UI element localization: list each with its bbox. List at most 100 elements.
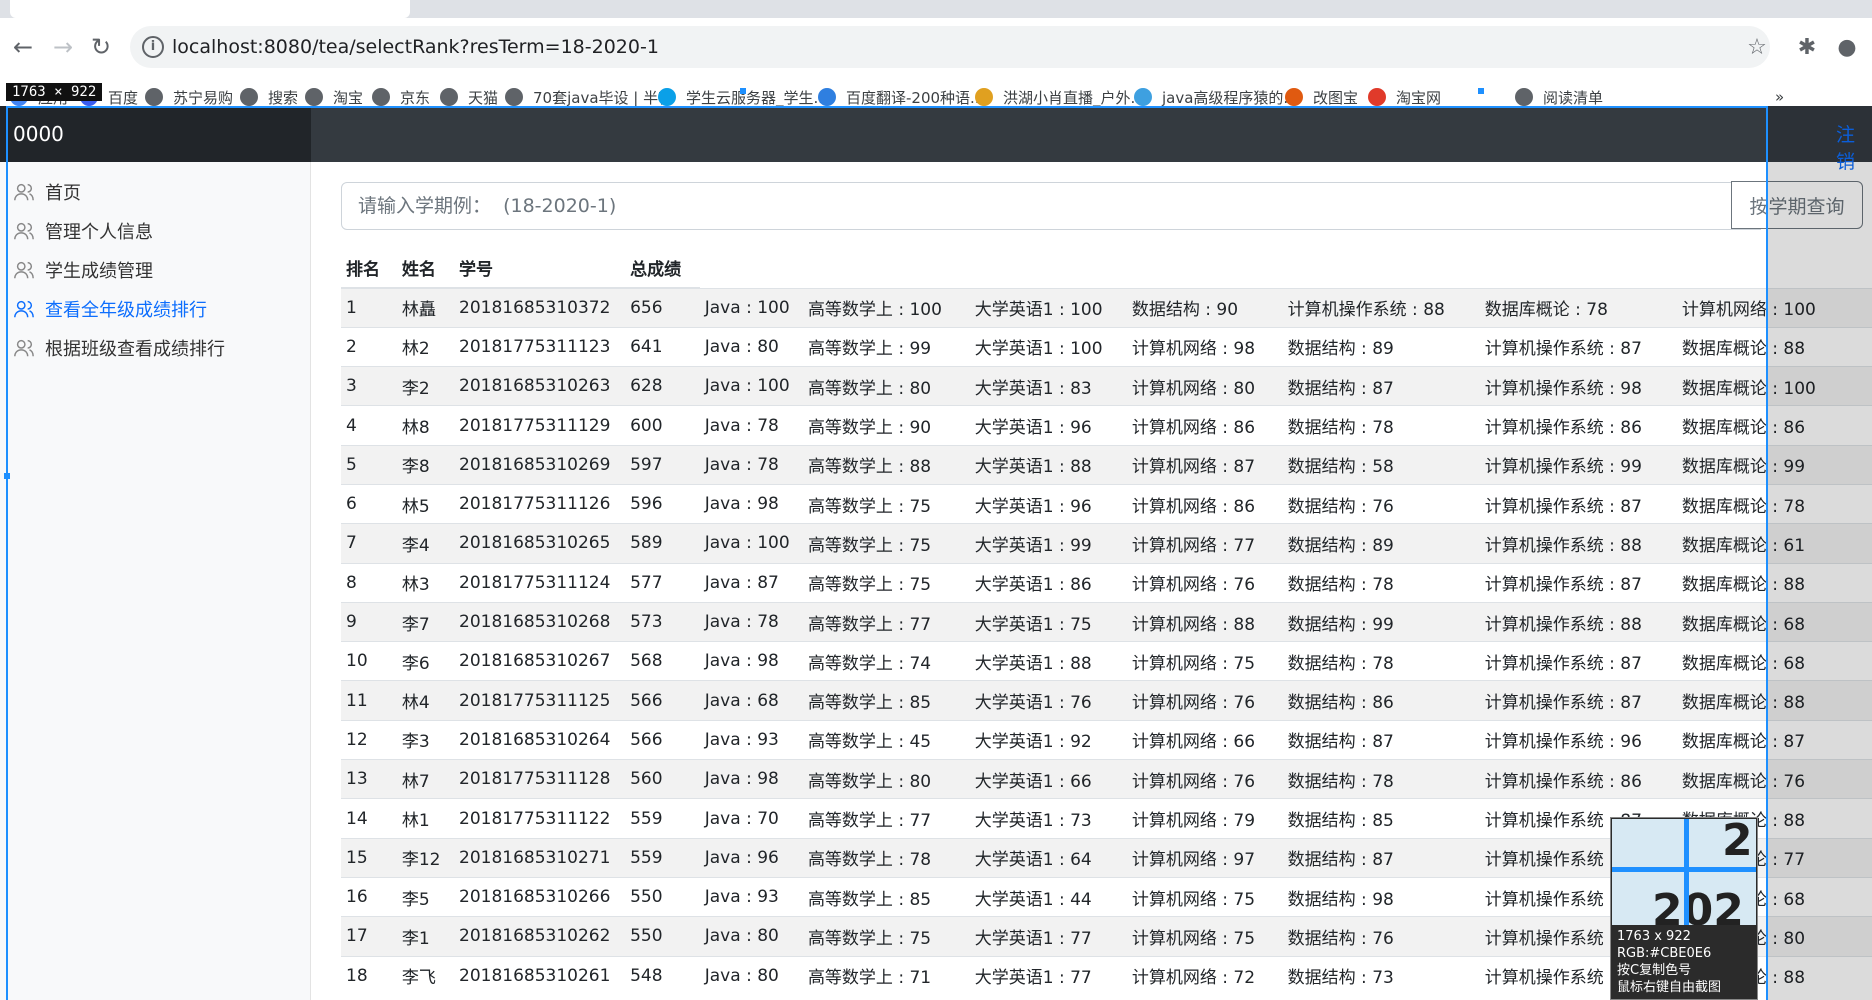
cell-java: Java : 80 [699,326,803,367]
cell-subject-a: 计算机网络 : 97 [1126,837,1283,878]
cell-subject-d: 数据库概论 : 88 [1676,326,1872,367]
cell-java: Java : 100 [699,366,803,406]
sidebar-item-grade-rank[interactable]: 查看全年级成绩排行 [13,294,207,324]
sidebar-item-label: 查看全年级成绩排行 [45,300,207,321]
cell-subject-a: 计算机网络 : 86 [1126,405,1283,446]
cell-total: 559 [625,798,700,839]
cell-student-id: 20181685310372 [454,287,626,328]
selection-handle-top[interactable] [740,88,746,94]
cell-math: 高等数学上 : 75 [802,916,970,957]
cell-subject-d: 数据库概论 : 78 [1676,483,1872,524]
magnifier-copy-hint: 按C复制色号 [1617,963,1692,978]
table-row: 13 林7 20181775311128 560 Java : 98 高等数学上 : 80… [341,759,1872,799]
browser-tab[interactable] [10,0,410,18]
cell-english: 大学英语1 : 75 [969,601,1127,642]
users-icon [14,261,34,279]
cell-rank: 16 [341,876,397,917]
app-root: 0000 注销 首页 管理个人信息 学生成绩管理 查看全年级成绩排行 根据班级查… [0,106,1872,1000]
bookmark-favicon-icon [1515,88,1533,106]
sidebar-item-class-rank[interactable]: 根据班级查看成绩排行 [13,333,225,363]
cell-name: 林矗 [396,287,455,328]
cell-student-id: 20181685310264 [454,719,626,760]
profile-icon[interactable]: ● [1830,30,1864,64]
cell-english: 大学英语1 : 66 [969,759,1127,799]
cell-subject-b: 数据结构 : 87 [1282,719,1480,760]
extensions-icon[interactable]: ✱ [1790,30,1824,64]
cell-java: Java : 70 [699,798,803,839]
table-row: 4 林8 20181775311129 600 Java : 78 高等数学上 : 90 大… [341,405,1872,446]
star-icon[interactable]: ☆ [1740,30,1774,64]
cell-math: 高等数学上 : 99 [802,326,970,367]
cell-subject-b: 数据结构 : 73 [1282,955,1480,996]
cell-english: 大学英语1 : 76 [969,680,1127,721]
table-row: 1 林矗 20181685310372 656 Java : 100 高等数学上 : 10… [341,287,1872,328]
bookmark-favicon-icon [505,88,523,106]
selection-handle-left[interactable] [4,473,10,479]
cell-subject-b: 数据结构 : 86 [1282,680,1480,721]
cell-student-id: 20181775311125 [454,680,626,721]
cell-english: 大学英语1 : 44 [969,876,1127,917]
cell-math: 高等数学上 : 45 [802,719,970,760]
cell-name: 李3 [396,719,455,760]
bookmark-label: 京东 [400,88,431,107]
cell-subject-d: 数据库概论 : 88 [1676,680,1872,721]
bookmark-favicon-icon [1368,88,1386,106]
term-search-input[interactable] [341,182,1761,230]
cell-subject-d: 数据库概论 : 68 [1676,601,1872,642]
back-arrow-icon[interactable]: ← [8,32,38,62]
brand-title[interactable]: 0000 [0,106,311,162]
cell-subject-b: 数据结构 : 85 [1282,798,1480,839]
cell-subject-d: 数据库概论 : 68 [1676,641,1872,681]
cell-rank: 2 [341,326,397,367]
bookmark-label: java高级程序猿的... [1162,88,1298,107]
sidebar-item-home[interactable]: 首页 [13,177,81,207]
cell-total: 548 [625,955,700,996]
cell-total: 597 [625,444,700,485]
cell-subject-b: 数据结构 : 89 [1282,523,1480,564]
cell-name: 林7 [396,759,455,799]
bookmark-label: 淘宝 [333,88,364,107]
cell-subject-c: 计算机操作系统 : 87 [1479,326,1677,367]
reload-icon[interactable]: ↻ [86,32,116,62]
cell-math: 高等数学上 : 75 [802,483,970,524]
cell-subject-c: 数据库概论 : 78 [1479,287,1677,328]
sidebar-item-grades[interactable]: 学生成绩管理 [13,255,153,285]
cell-student-id: 20181685310262 [454,916,626,957]
table-row: 3 李2 20181685310263 628 Java : 100 高等数学上 : 80… [341,366,1872,406]
zoomed-glyph: 202 [1652,885,1744,926]
cell-total: 550 [625,916,700,957]
cell-subject-a: 计算机网络 : 87 [1126,444,1283,485]
bookmark-label: 百度 [108,88,139,107]
info-icon[interactable]: i [142,36,164,58]
cell-student-id: 20181775311123 [454,326,626,367]
cell-subject-b: 数据结构 : 76 [1282,483,1480,524]
term-search-button[interactable]: 按学期查询 [1731,181,1863,229]
cell-subject-a: 计算机网络 : 88 [1126,601,1283,642]
cell-java: Java : 80 [699,955,803,996]
cell-english: 大学英语1 : 96 [969,483,1127,524]
cell-name: 林4 [396,680,455,721]
header-total: 总成绩 [625,248,700,289]
cell-subject-a: 计算机网络 : 76 [1126,759,1283,799]
sidebar-item-profile[interactable]: 管理个人信息 [13,216,153,246]
browser-toolbar: ← → ↻ i localhost:8080/tea/selectRank?re… [0,18,1872,76]
cell-student-id: 20181685310267 [454,641,626,681]
cell-english: 大学英语1 : 64 [969,837,1127,878]
cell-english: 大学英语1 : 100 [969,326,1127,367]
cell-rank: 1 [341,287,397,328]
cell-rank: 12 [341,719,397,760]
address-bar[interactable]: i localhost:8080/tea/selectRank?resTerm=… [130,26,1770,68]
cell-total: 559 [625,837,700,878]
cell-subject-a: 计算机网络 : 72 [1126,955,1283,996]
cell-subject-c: 计算机操作系统 : 87 [1479,641,1677,681]
selection-handle-top-right[interactable] [1478,88,1484,94]
forward-arrow-icon[interactable]: → [48,32,78,62]
cell-name: 林8 [396,405,455,446]
table-row: 12 李3 20181685310264 566 Java : 93 高等数学上 : 45… [341,719,1872,760]
sidebar-item-label: 首页 [45,183,81,204]
magnifier-info: 1763 x 922 RGB:#CBE0E6 按C复制色号 鼠标右键自由截图 [1617,928,1721,996]
app-header: 0000 注销 [0,106,1872,173]
cell-subject-a: 计算机网络 : 80 [1126,366,1283,406]
cell-math: 高等数学上 : 100 [802,287,970,328]
cell-java: Java : 68 [699,680,803,721]
